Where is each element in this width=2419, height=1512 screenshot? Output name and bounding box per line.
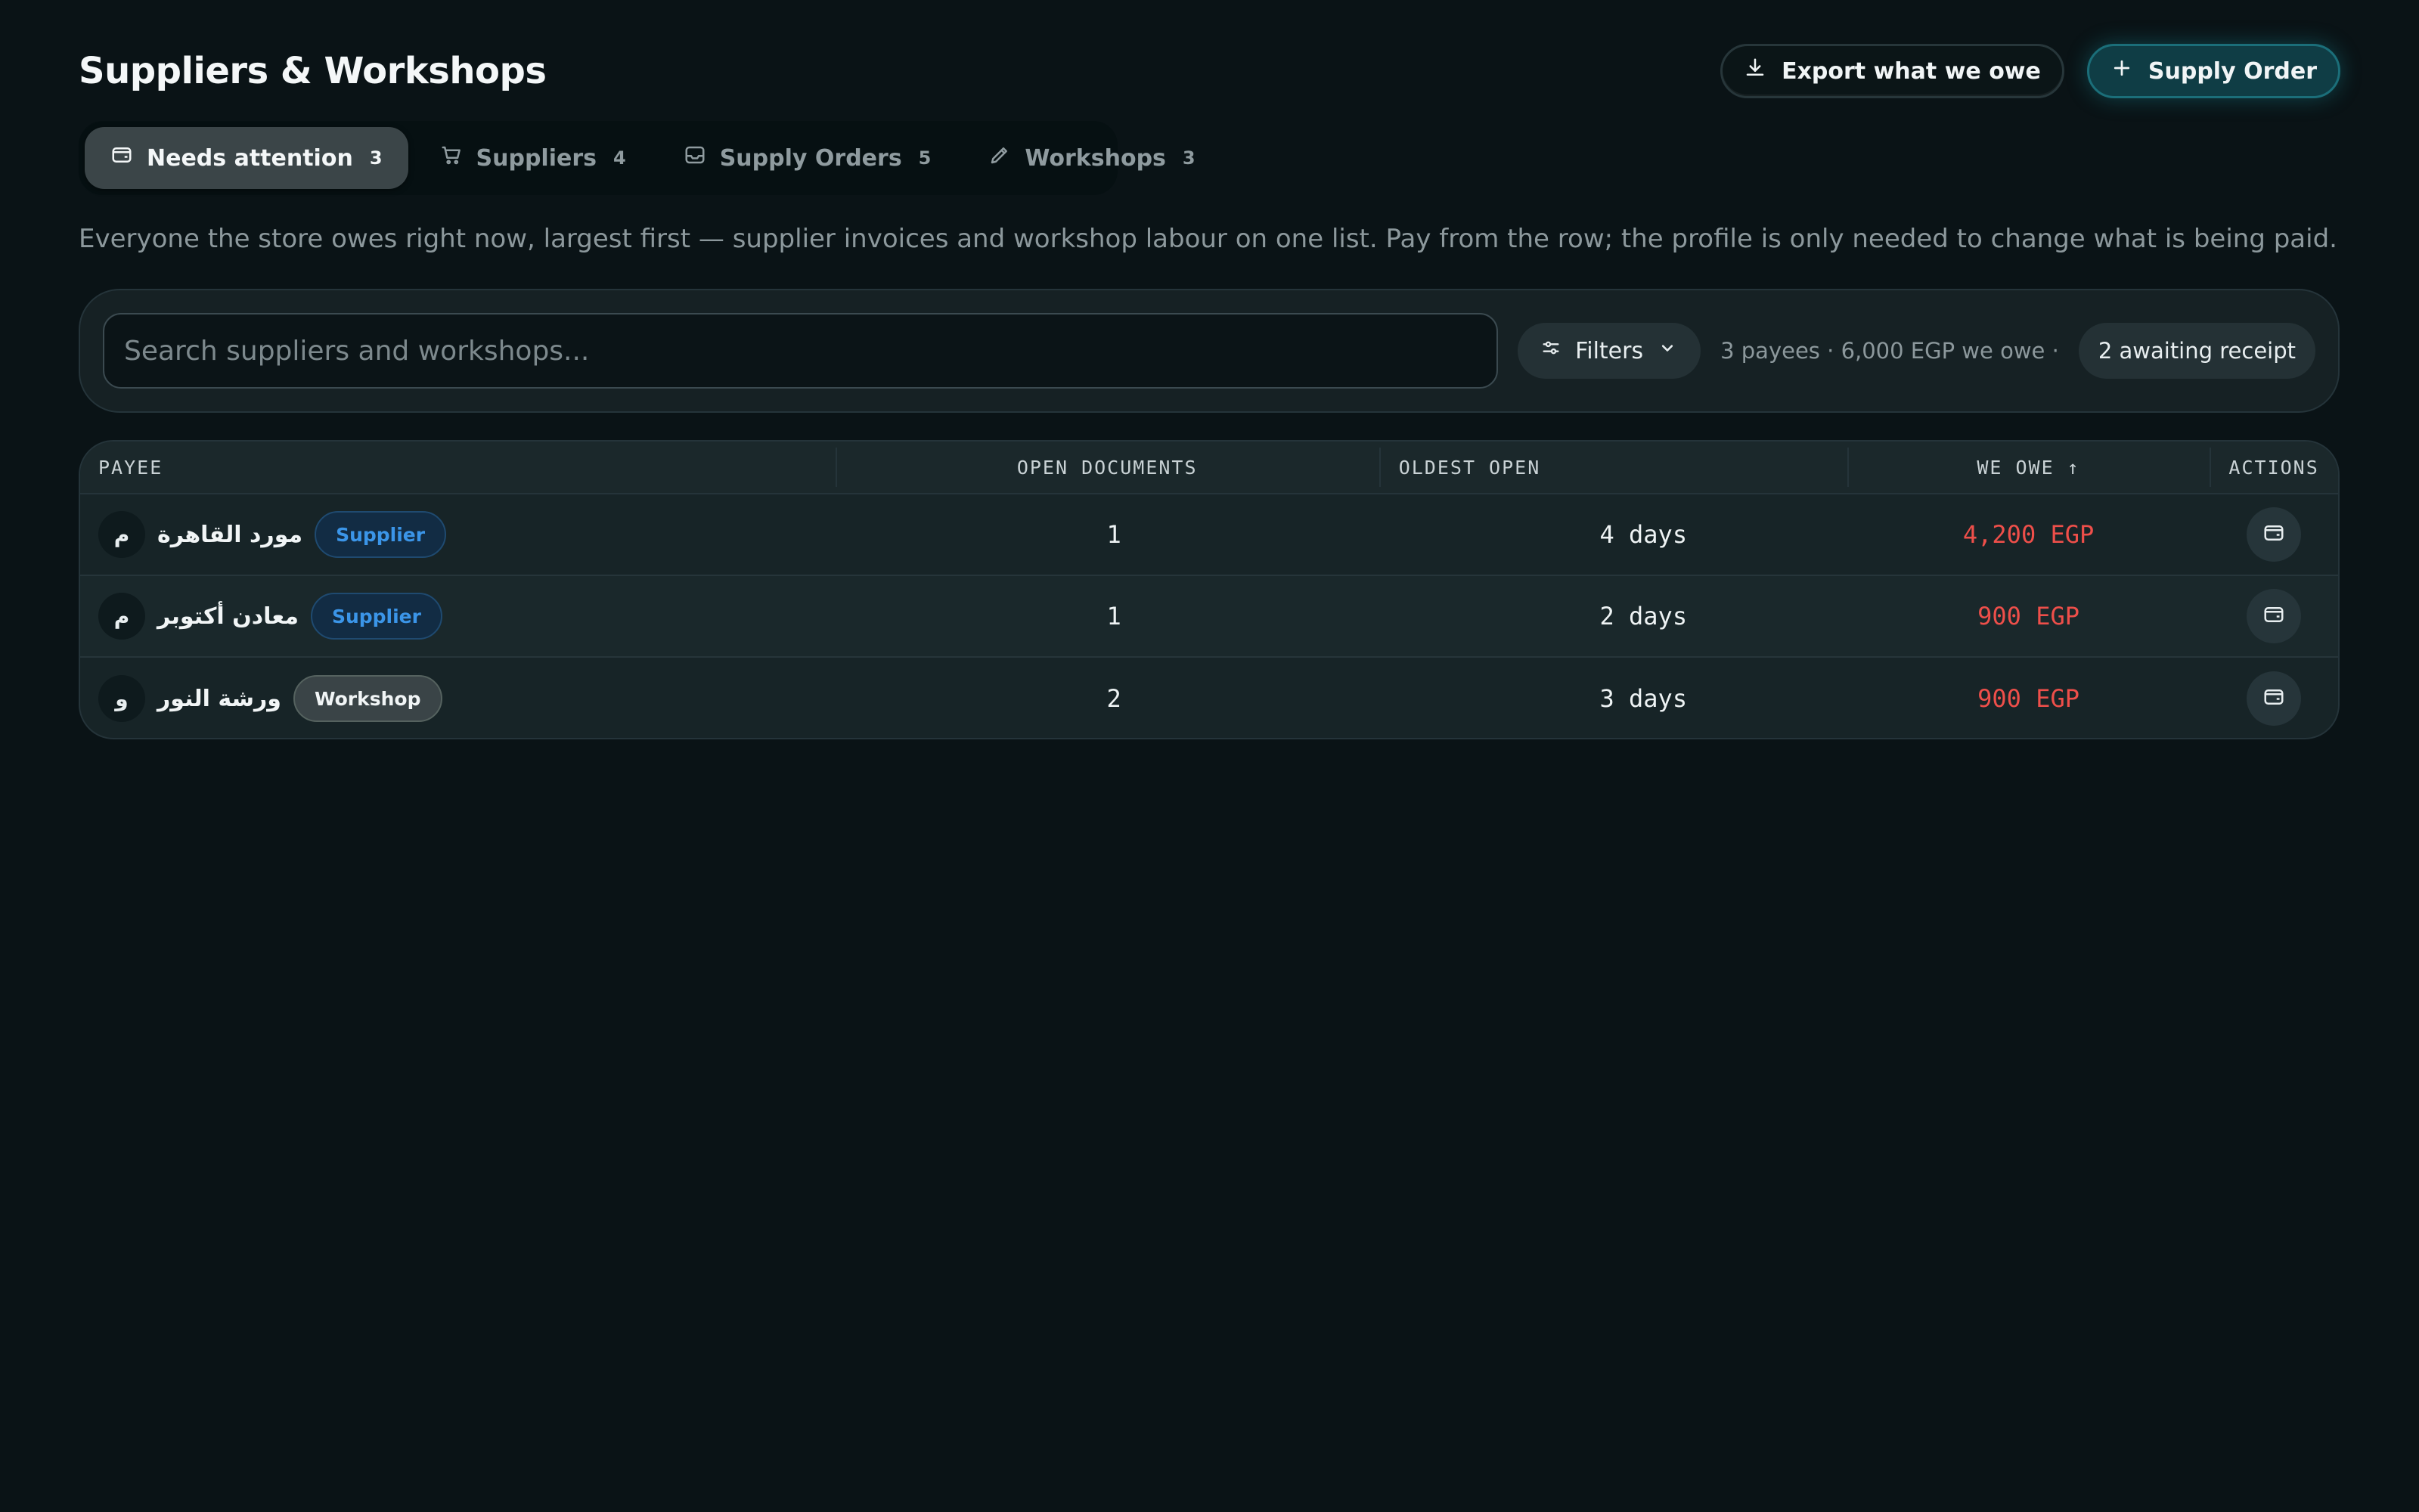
cart-icon [440,144,463,172]
we-owe-cell: 4,200 EGP [1962,520,2095,549]
supply-order-button-label: Supply Order [2148,57,2317,85]
tab-supply-orders[interactable]: Supply Orders 5 [658,127,957,189]
page-description: Everyone the store owes right now, large… [79,224,2337,254]
payee-name[interactable]: مورد القاهرة [157,522,302,548]
we-owe-cell: 900 EGP [1977,602,2079,631]
tab-workshops-label: Workshops [1025,144,1166,172]
table-body: م مورد القاهرة Supplier 1 4 days 4,200 E… [80,494,2338,738]
tab-needs-attention[interactable]: Needs attention 3 [85,127,408,189]
table-row[interactable]: م مورد القاهرة Supplier 1 4 days 4,200 E… [80,494,2338,576]
pay-button[interactable] [2247,671,2302,726]
open-documents-cell: 1 [1106,520,1121,549]
page-header: Suppliers & Workshops Export what we owe… [79,39,2340,103]
page-title: Suppliers & Workshops [79,50,547,92]
search-panel: Filters 3 payees · 6,000 EGP we owe · 2 … [79,289,2340,413]
column-header-payee[interactable]: PAYEE [80,442,836,493]
table-row[interactable]: و ورشة النور Workshop 2 3 days 900 EGP [80,658,2338,738]
filters-button[interactable]: Filters [1518,323,1701,379]
column-header-we-owe[interactable]: WE OWE ↑ [1847,442,2210,493]
export-button[interactable]: Export what we owe [1720,44,2064,98]
payee-name[interactable]: ورشة النور [157,686,281,712]
actions-cell [2210,658,2338,738]
search-input[interactable] [103,313,1499,389]
filters-button-label: Filters [1575,337,1644,364]
tab-suppliers-label: Suppliers [476,144,597,172]
payee-cell: م معادن أكتوبر Supplier [80,576,836,656]
tab-supply-orders-count: 5 [918,147,932,169]
plus-icon [2110,57,2133,85]
download-icon [1744,57,1766,85]
awaiting-receipt-badge[interactable]: 2 awaiting receipt [2078,323,2315,379]
pencil-icon [988,144,1011,172]
supply-order-button[interactable]: Supply Order [2086,44,2340,98]
table-header: PAYEE OPEN DOCUMENTS OLDEST OPEN WE OWE … [80,442,2338,494]
chevron-down-icon [1657,337,1678,364]
summary-text: 3 payees · 6,000 EGP we owe · [1720,338,2059,364]
open-documents-cell: 2 [1106,684,1121,713]
oldest-open-cell: 3 days [1599,684,1688,713]
pay-button[interactable] [2247,589,2302,643]
wallet-icon [2262,522,2285,547]
tab-workshops[interactable]: Workshops 3 [963,127,1220,189]
sliders-icon [1540,337,1561,364]
we-owe-cell: 900 EGP [1977,684,2079,713]
type-badge: Supplier [315,511,447,558]
avatar: و [98,675,145,722]
header-actions: Export what we owe Supply Order [1720,44,2340,98]
type-badge: Supplier [310,593,442,640]
export-button-label: Export what we owe [1782,57,2041,85]
tab-needs-attention-label: Needs attention [147,144,353,172]
column-header-open-documents[interactable]: OPEN DOCUMENTS [835,442,1379,493]
open-documents-cell: 1 [1106,602,1121,631]
page: Suppliers & Workshops Export what we owe… [0,0,2419,1512]
wallet-icon [2262,603,2285,629]
inbox-icon [684,144,706,172]
payees-table: PAYEE OPEN DOCUMENTS OLDEST OPEN WE OWE … [79,440,2340,739]
oldest-open-cell: 2 days [1599,602,1688,631]
tab-bar: Needs attention 3 Suppliers 4 Supply Ord… [79,121,1196,195]
wallet-icon [110,144,133,172]
oldest-open-cell: 4 days [1599,520,1688,549]
avatar: م [98,511,145,558]
payee-cell: م مورد القاهرة Supplier [80,494,836,575]
pay-button[interactable] [2247,507,2302,562]
tab-supply-orders-label: Supply Orders [719,144,902,172]
actions-cell [2210,494,2338,575]
type-badge: Workshop [293,675,442,722]
tab-suppliers[interactable]: Suppliers 4 [414,127,652,189]
actions-cell [2210,576,2338,656]
payee-cell: و ورشة النور Workshop [80,658,836,738]
avatar: م [98,593,145,640]
wallet-icon [2262,686,2285,711]
tab-needs-attention-count: 3 [369,147,383,169]
column-header-actions: ACTIONS [2210,442,2338,493]
tab-suppliers-count: 4 [613,147,626,169]
payee-name[interactable]: معادن أكتوبر [157,603,299,630]
table-row[interactable]: م معادن أكتوبر Supplier 1 2 days 900 EGP [80,576,2338,658]
tab-workshops-count: 3 [1182,147,1196,169]
column-header-oldest-open[interactable]: OLDEST OPEN [1379,442,1847,493]
